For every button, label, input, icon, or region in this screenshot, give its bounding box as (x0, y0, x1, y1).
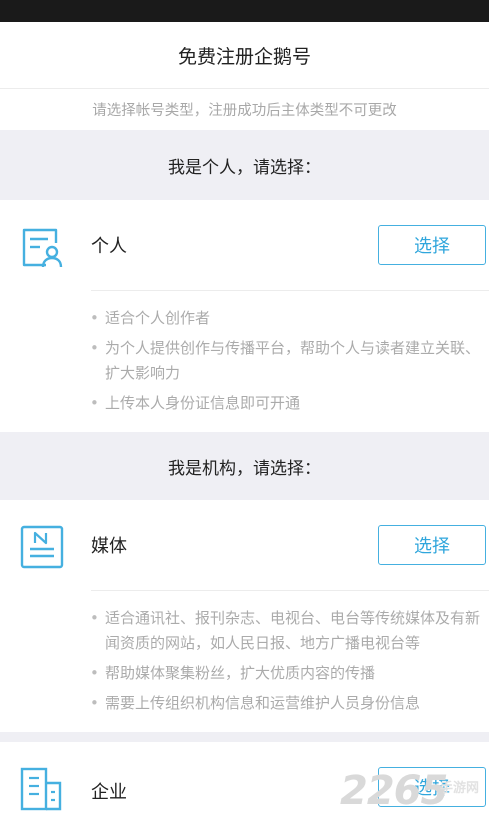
watermark-number: 2265 (340, 768, 448, 814)
personal-label: 个人 (91, 236, 127, 257)
media-feature-list: 适合通讯社、报刊杂志、电视台、电台等传统媒体及有新闻资质的网站，如人民日报、地方… (90, 606, 485, 721)
personal-select-button[interactable]: 选择 (378, 225, 486, 265)
personal-option-row[interactable]: 个人 选择 (0, 200, 489, 290)
divider (91, 290, 489, 291)
section-header-personal: 我是个人，请选择： (0, 130, 489, 200)
site-watermark: 2265 手游网 (340, 765, 489, 817)
list-item: 帮助媒体聚集粉丝，扩大优质内容的传播 (90, 661, 485, 686)
list-item: 适合个人创作者 (90, 306, 485, 331)
media-option-row[interactable]: 媒体 选择 (0, 500, 489, 590)
person-document-icon (20, 225, 64, 269)
newspaper-icon (20, 525, 64, 569)
media-option-card: 媒体 选择 适合通讯社、报刊杂志、电视台、电台等传统媒体及有新闻资质的网站，如人… (0, 500, 489, 732)
status-bar (0, 0, 489, 22)
list-item: 上传本人身份证信息即可开通 (90, 391, 485, 416)
personal-feature-list: 适合个人创作者 为个人提供创作与传播平台，帮助个人与读者建立关联、扩大影响力 上… (90, 306, 485, 421)
watermark-text: 手游网 (440, 781, 480, 796)
list-item: 为个人提供创作与传播平台，帮助个人与读者建立关联、扩大影响力 (90, 336, 485, 386)
list-item: 适合通讯社、报刊杂志、电视台、电台等传统媒体及有新闻资质的网站，如人民日报、地方… (90, 606, 485, 656)
list-item: 需要上传组织机构信息和运营维护人员身份信息 (90, 691, 485, 716)
building-icon (20, 767, 64, 811)
page-header: 免费注册企鹅号 (0, 22, 489, 89)
personal-option-card: 个人 选择 适合个人创作者 为个人提供创作与传播平台，帮助个人与读者建立关联、扩… (0, 200, 489, 432)
section-header-organization: 我是机构，请选择： (0, 432, 489, 500)
media-label: 媒体 (91, 536, 127, 557)
divider (91, 590, 489, 591)
enterprise-label: 企业 (91, 782, 127, 803)
media-select-button[interactable]: 选择 (378, 525, 486, 565)
account-type-hint: 请选择帐号类型，注册成功后主体类型不可更改 (0, 89, 489, 130)
page-title: 免费注册企鹅号 (177, 45, 311, 68)
section-gap (0, 732, 489, 742)
